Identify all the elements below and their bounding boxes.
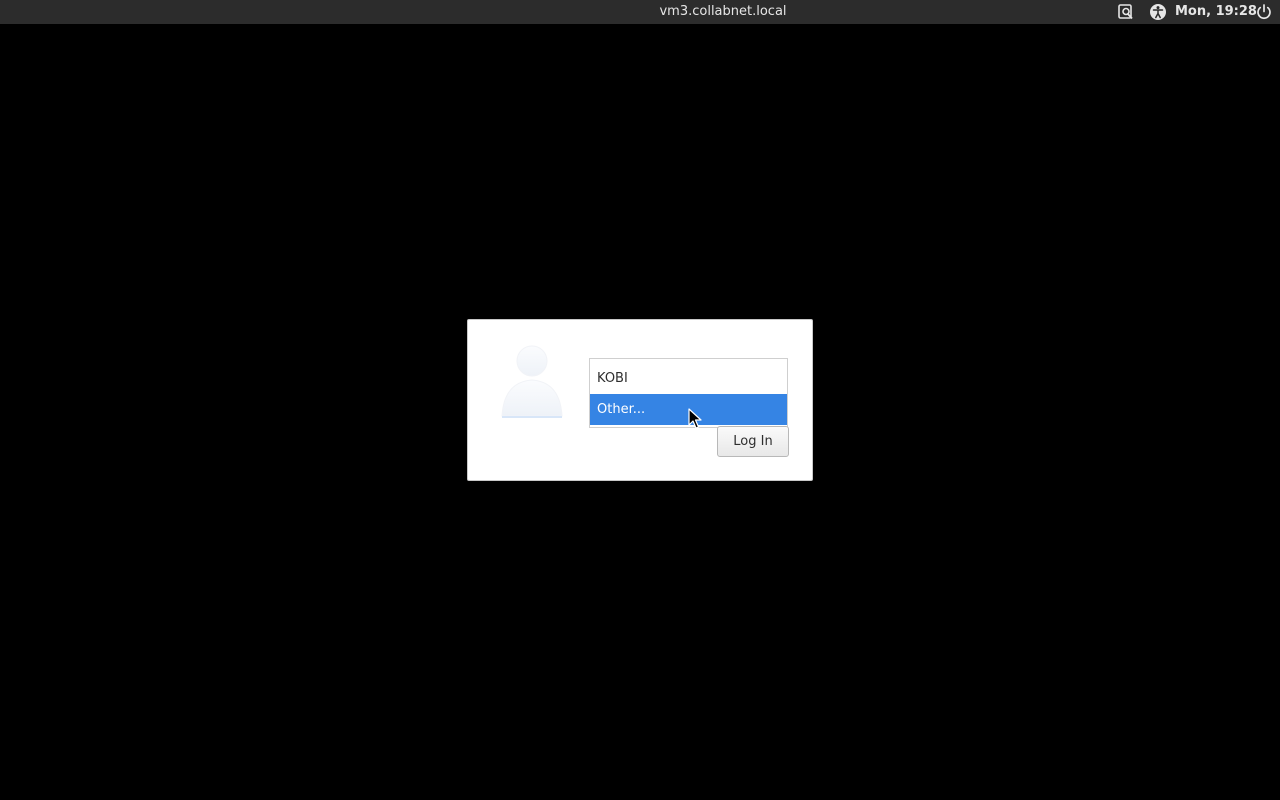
mouse-cursor-icon [688, 408, 702, 429]
login-dialog: KOBI Other... Log In [467, 319, 813, 481]
top-panel: vm3.collabnet.local Mon, 19:28 [0, 0, 1280, 24]
keyboard-layout-icon[interactable] [1117, 3, 1135, 21]
accessibility-icon[interactable] [1149, 3, 1167, 21]
clock[interactable]: Mon, 19:28 [1175, 0, 1257, 24]
login-button[interactable]: Log In [717, 426, 789, 457]
user-avatar-icon [501, 345, 563, 418]
hostname-label: vm3.collabnet.local [659, 4, 787, 19]
hostname-label-wrapper: vm3.collabnet.local [0, 0, 1280, 24]
user-item-kobi[interactable]: KOBI [590, 363, 787, 394]
power-icon[interactable] [1255, 3, 1273, 21]
